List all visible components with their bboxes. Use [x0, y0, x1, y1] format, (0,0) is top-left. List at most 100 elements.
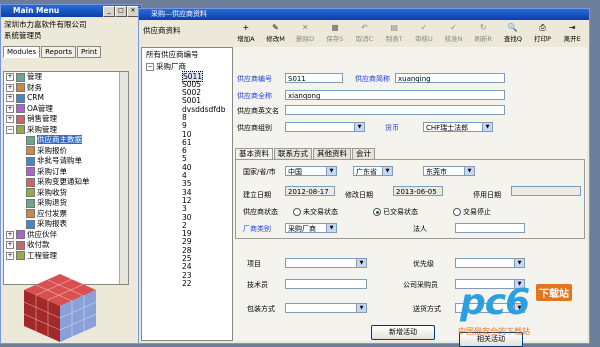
- supplier-list-item[interactable]: 22: [146, 279, 232, 288]
- supplier-list: − 采购厂商 S011 S005 S002 S001 dvsddsdfdb 8 9 10 61 6 5…: [142, 62, 232, 288]
- tree-item[interactable]: − 采购管理: [4, 125, 128, 136]
- toolbar-button[interactable]: + 增加A: [231, 21, 261, 45]
- toolbar-button[interactable]: ✎ 修改M: [261, 21, 291, 45]
- tree-item[interactable]: + 供应伙伴: [4, 230, 128, 241]
- new-activity-button[interactable]: 新增活动: [371, 325, 435, 340]
- tree-item[interactable]: 采购收货: [4, 188, 128, 199]
- tree-item[interactable]: 采购退货: [4, 198, 128, 209]
- toolbar-icon: ■: [331, 23, 339, 32]
- currency-select[interactable]: CHF瑞士法郎 ▼: [423, 122, 493, 132]
- dropdown-arrow-icon: ▼: [464, 167, 474, 175]
- toolbar-button[interactable]: ↻ 刷新R: [468, 21, 498, 45]
- tree-item[interactable]: 采购报价: [4, 146, 128, 157]
- expand-icon[interactable]: +: [6, 73, 14, 81]
- document-icon: [26, 156, 35, 166]
- toolbar-button[interactable]: ⎙ 打印P: [528, 21, 558, 45]
- tree-item-label: 供应伙伴: [27, 229, 57, 239]
- dropdown-arrow-icon: ▼: [382, 167, 392, 175]
- supplier-list-item[interactable]: 61: [146, 138, 232, 147]
- province-select[interactable]: 广东省 ▼: [353, 166, 393, 176]
- expand-icon[interactable]: +: [6, 251, 14, 260]
- province-value: 广东省: [356, 168, 377, 176]
- maximize-button[interactable]: □: [115, 6, 127, 17]
- tree-item-label: 工程管理: [27, 250, 57, 260]
- pc6-logo-text: pc6: [460, 282, 530, 323]
- expand-icon[interactable]: +: [6, 104, 14, 113]
- city-select[interactable]: 东莞市 ▼: [423, 166, 475, 176]
- supplier-list-item[interactable]: 6: [146, 147, 232, 155]
- supplier-window-title: 采购—供应商资料: [151, 10, 207, 18]
- short-name-field[interactable]: xuanqing: [395, 73, 505, 83]
- legal-field[interactable]: [455, 223, 525, 233]
- toolbar-button-label: 取消C: [355, 35, 374, 43]
- toolbar-button[interactable]: ✓ 核准N: [439, 21, 469, 45]
- tree-item[interactable]: 采购变更通知单: [4, 177, 128, 188]
- toolbar-button[interactable]: 🔍 查找Q: [498, 21, 528, 45]
- minimize-button[interactable]: _: [103, 6, 115, 17]
- toolbar-button-label: 核准N: [444, 35, 463, 43]
- item-select[interactable]: ▼: [285, 258, 367, 268]
- supplier-list-item[interactable]: 8: [146, 113, 232, 122]
- status-option-stopped[interactable]: 交易停止: [453, 207, 491, 217]
- toolbar-button[interactable]: ▤ 制表T: [379, 21, 409, 45]
- tree-item[interactable]: + OA管理: [4, 104, 128, 115]
- supplier-list-item[interactable]: 30: [146, 213, 232, 222]
- status-option-label: 已交易状态: [383, 208, 418, 216]
- tree-item[interactable]: 供应商主数据: [4, 135, 128, 146]
- menu-tabs: Modules Reports Print: [1, 45, 141, 59]
- supplier-code: dvsddsdfdb: [182, 104, 226, 114]
- tree-item[interactable]: 采购订单: [4, 167, 128, 178]
- priority-select[interactable]: ▼: [455, 258, 525, 268]
- tech-field[interactable]: [285, 279, 367, 289]
- tree-item[interactable]: 应付发票: [4, 209, 128, 220]
- supplier-list-item[interactable]: 12: [146, 196, 232, 205]
- folder-icon: [16, 125, 25, 134]
- package-select[interactable]: ▼: [285, 303, 367, 313]
- tree-item[interactable]: 采购报表: [4, 219, 128, 230]
- tab-print[interactable]: Print: [76, 46, 102, 58]
- expand-icon[interactable]: −: [6, 125, 14, 134]
- tree-item[interactable]: + 销售管理: [4, 114, 128, 125]
- toolbar-button[interactable]: ✕ 删除D: [290, 21, 320, 45]
- radio-checked-icon: [373, 208, 381, 216]
- supplier-list-item[interactable]: dvsddsdfdb: [146, 104, 232, 114]
- tree-item[interactable]: + CRM: [4, 93, 128, 104]
- full-name-field[interactable]: xianqong: [285, 90, 505, 100]
- priority-label: 优先级: [413, 260, 434, 268]
- status-option-untraded[interactable]: 未交易状态: [293, 207, 338, 217]
- category-select[interactable]: 采购厂商 ▼: [285, 223, 337, 233]
- tab-reports[interactable]: Reports: [41, 46, 76, 58]
- expand-icon[interactable]: +: [6, 230, 14, 239]
- toolbar-button[interactable]: ↶ 取消C: [350, 21, 380, 45]
- country-select[interactable]: 中国 ▼: [285, 166, 337, 176]
- toolbar-button-label: 审核U: [414, 35, 433, 43]
- tree-item[interactable]: + 工程管理: [4, 251, 128, 262]
- document-icon: [26, 198, 35, 208]
- tab-modules[interactable]: Modules: [3, 46, 41, 58]
- status-option-traded[interactable]: 已交易状态: [373, 207, 418, 217]
- tree-item[interactable]: + 收付款: [4, 240, 128, 251]
- tree-item[interactable]: + 财务: [4, 83, 128, 94]
- tree-item[interactable]: 非批号请购单: [4, 156, 128, 167]
- tree-item[interactable]: + 管理: [4, 72, 128, 83]
- supplier-list-item[interactable]: 40: [146, 163, 232, 172]
- expand-icon[interactable]: +: [6, 83, 14, 92]
- toolbar-button[interactable]: ⇥ 离开E: [557, 21, 587, 45]
- expand-icon[interactable]: +: [6, 94, 14, 102]
- toolbar-icon: ↻: [479, 23, 487, 32]
- expand-icon[interactable]: +: [6, 241, 14, 249]
- toolbar-icon: ↶: [361, 23, 368, 32]
- expand-icon[interactable]: +: [6, 115, 14, 123]
- supplier-no-field[interactable]: S011: [285, 73, 343, 83]
- document-icon: [26, 135, 35, 145]
- collapse-icon[interactable]: −: [146, 63, 154, 71]
- category-value: 采购厂商: [288, 225, 316, 233]
- tree-item-label: OA管理: [27, 103, 53, 113]
- modified-date: 2013-06-05: [393, 186, 443, 196]
- english-name-field[interactable]: [285, 105, 505, 115]
- toolbar-button[interactable]: ✓ 审核U: [409, 21, 439, 45]
- modified-label: 修改日期: [345, 191, 373, 199]
- toolbar-button-label: 离开E: [563, 35, 581, 43]
- toolbar-button[interactable]: ■ 保存S: [320, 21, 350, 45]
- group-select[interactable]: ▼: [285, 122, 365, 132]
